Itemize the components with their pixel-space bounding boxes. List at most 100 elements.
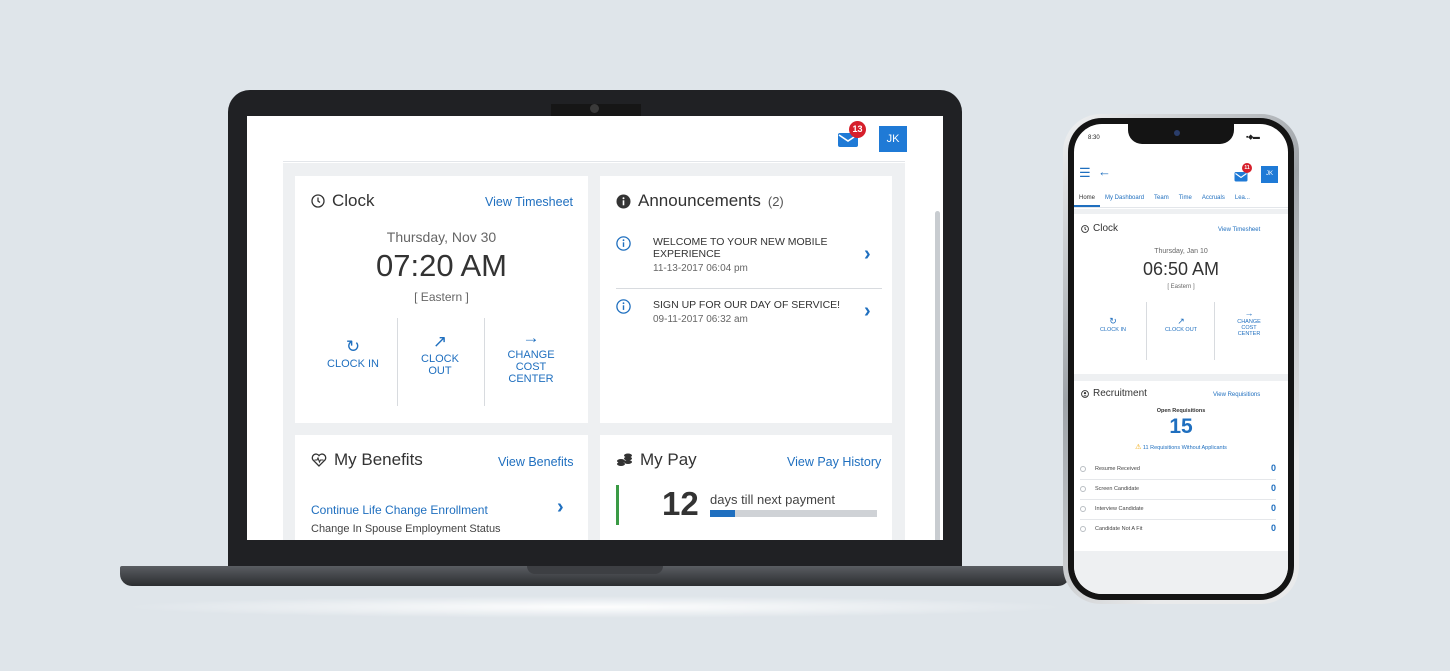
arrow-right-icon: →: [522, 328, 540, 347]
pipeline-step-dot: [1080, 526, 1086, 532]
pay-title: My Pay: [640, 450, 697, 469]
phone-view-timesheet-link[interactable]: View Timesheet: [1218, 227, 1260, 233]
requisitions-warning[interactable]: ⚠ 11 Requisitions Without Applicants: [1074, 443, 1288, 451]
laptop-base-groove: [527, 566, 663, 574]
phone-recruitment-card: Recruitment View Requisitions Open Requi…: [1074, 381, 1288, 551]
info-icon: [616, 236, 631, 251]
clock-in-button[interactable]: ↻ CLOCK IN: [309, 337, 397, 370]
clock-icon: [1081, 224, 1089, 233]
clock-in-label: CLOCK IN: [327, 358, 379, 370]
announcements-card-title: Announcements (2): [616, 191, 784, 211]
pipeline-row-label: Interview Candidate: [1095, 506, 1144, 512]
pipeline-row-label: Screen Candidate: [1095, 486, 1140, 492]
phone-clock-in-button[interactable]: ↻ CLOCK IN: [1084, 317, 1142, 334]
mail-button[interactable]: 13: [837, 121, 866, 148]
back-arrow-icon[interactable]: ←: [1098, 165, 1111, 178]
announcement-title: SIGN UP FOR OUR DAY OF SERVICE!: [653, 299, 841, 311]
benefit-item[interactable]: Continue Life Change Enrollment Change I…: [311, 496, 573, 540]
signal-wifi-battery-icon: ▪◆▬: [1246, 134, 1260, 141]
phone-clock-title: Clock: [1093, 223, 1119, 234]
clock-in-icon: ↻: [345, 337, 361, 356]
benefits-card-title: My Benefits: [311, 450, 423, 470]
view-pay-history-link[interactable]: View Pay History: [787, 455, 881, 469]
pipeline-step-dot: [1080, 486, 1086, 492]
pipeline-row[interactable]: Resume Received 0: [1080, 460, 1276, 480]
clock-date: Thursday, Nov 30: [386, 229, 497, 245]
chevron-right-icon: ›: [864, 243, 871, 265]
avatar[interactable]: JK: [879, 126, 907, 152]
recruitment-icon: [1081, 389, 1089, 398]
tab-accruals[interactable]: Accruals: [1197, 190, 1230, 207]
change-cost-center-button[interactable]: → CHANGE COST CENTER: [491, 328, 571, 385]
phone-mail-badge: 11: [1242, 163, 1252, 173]
pay-days-label: days till next payment: [710, 492, 836, 507]
tab-home[interactable]: Home: [1074, 190, 1101, 207]
change-cost-center-label: CHANGE COST CENTER: [507, 349, 555, 385]
phone-clock-card: Clock View Timesheet Thursday, Jan 10 06…: [1074, 214, 1288, 374]
warning-icon: ⚠: [1135, 444, 1142, 451]
chevron-right-icon: ›: [864, 300, 871, 322]
announcement-item[interactable]: WELCOME TO YOUR NEW MOBILE EXPERIENCE 11…: [616, 234, 882, 289]
phone-mail-button[interactable]: 11: [1234, 163, 1252, 182]
action-divider: [1146, 302, 1147, 360]
arrow-right-icon: →: [1244, 308, 1254, 318]
benefits-card: My Benefits View Benefits Continue Life …: [295, 435, 588, 540]
open-requisitions-count[interactable]: 15: [1074, 415, 1288, 439]
phone-clock-out-button[interactable]: ↗ CLOCK OUT: [1152, 316, 1210, 334]
clock-title: Clock: [332, 191, 375, 210]
phone-change-cost-center-button[interactable]: → CHANGE COST CENTER: [1220, 308, 1278, 338]
announcement-date: 11-13-2017 06:04 pm: [653, 263, 748, 274]
phone-status-time: 8:30: [1088, 135, 1100, 141]
view-requisitions-link[interactable]: View Requisitions: [1213, 392, 1260, 398]
action-divider: [1214, 302, 1215, 360]
tab-leave[interactable]: Lea...: [1230, 190, 1255, 207]
clock-timezone: [ Eastern ]: [414, 290, 469, 304]
chevron-right-icon: ›: [557, 496, 564, 518]
phone-clock-timezone: [ Eastern ]: [1167, 284, 1195, 290]
pay-days-count: 12: [662, 485, 699, 522]
benefits-title: My Benefits: [334, 450, 423, 469]
phone-tab-bar: Home My Dashboard Team Time Accruals Lea…: [1074, 190, 1288, 208]
phone-clock-out-label: CLOCK OUT: [1164, 327, 1198, 333]
phone-avatar[interactable]: JK: [1261, 166, 1278, 183]
pipeline-row[interactable]: Candidate Not A Fit 0: [1080, 520, 1276, 540]
phone-change-cost-center-label: CHANGE COST CENTER: [1237, 319, 1261, 337]
clock-card: Clock View Timesheet Thursday, Nov 30 07…: [295, 176, 588, 423]
pay-progress-track: [710, 510, 877, 517]
pay-progress-fill: [710, 510, 736, 517]
clock-icon: [311, 194, 325, 208]
laptop-screen: 13 JK Clock View Timesheet Thursday, Nov…: [247, 116, 943, 540]
clock-time: 07:20 AM: [376, 248, 507, 283]
pipeline-row[interactable]: Interview Candidate 0: [1080, 500, 1276, 520]
announcement-item[interactable]: SIGN UP FOR OUR DAY OF SERVICE! 09-11-20…: [616, 297, 882, 337]
info-filled-icon: [616, 194, 631, 208]
benefit-item-title: Continue Life Change Enrollment: [311, 503, 488, 517]
pipeline-row[interactable]: Screen Candidate 0: [1080, 480, 1276, 500]
clock-out-button[interactable]: ↗ CLOCK OUT: [403, 333, 477, 377]
phone-screen: 8:30 ▪◆▬ ☰ ← 11 JK Home My Dashboard Tea…: [1074, 124, 1288, 594]
clock-out-icon: ↗: [1177, 316, 1185, 326]
scrollbar[interactable]: [935, 211, 940, 540]
phone-recruitment-title: Recruitment: [1093, 388, 1147, 399]
phone-clock-title-row: Clock: [1081, 223, 1118, 234]
mail-badge: 13: [849, 121, 866, 138]
tab-time[interactable]: Time: [1174, 190, 1197, 207]
pipeline-row-label: Resume Received: [1095, 466, 1140, 472]
app-header: 13 JK: [283, 116, 907, 162]
view-timesheet-link[interactable]: View Timesheet: [485, 195, 573, 209]
pipeline-row-value: 0: [1270, 483, 1276, 493]
tab-my-dashboard[interactable]: My Dashboard: [1100, 190, 1149, 207]
benefit-item-subtitle: Change In Spouse Employment Status: [311, 523, 501, 535]
phone-notch: [1128, 124, 1234, 144]
pay-accent-bar: [616, 485, 619, 525]
info-icon: [616, 299, 631, 314]
hamburger-menu-icon[interactable]: ☰: [1079, 166, 1091, 179]
requisitions-warning-text: 11 Requisitions Without Applicants: [1142, 445, 1227, 451]
clock-card-title: Clock: [311, 191, 375, 211]
announcements-title: Announcements: [638, 191, 761, 210]
tab-team[interactable]: Team: [1149, 190, 1174, 207]
phone-front-camera: [1174, 130, 1180, 136]
clock-out-label: CLOCK OUT: [421, 353, 459, 377]
view-benefits-link[interactable]: View Benefits: [498, 455, 574, 469]
phone-clock-time: 06:50 AM: [1142, 259, 1220, 279]
